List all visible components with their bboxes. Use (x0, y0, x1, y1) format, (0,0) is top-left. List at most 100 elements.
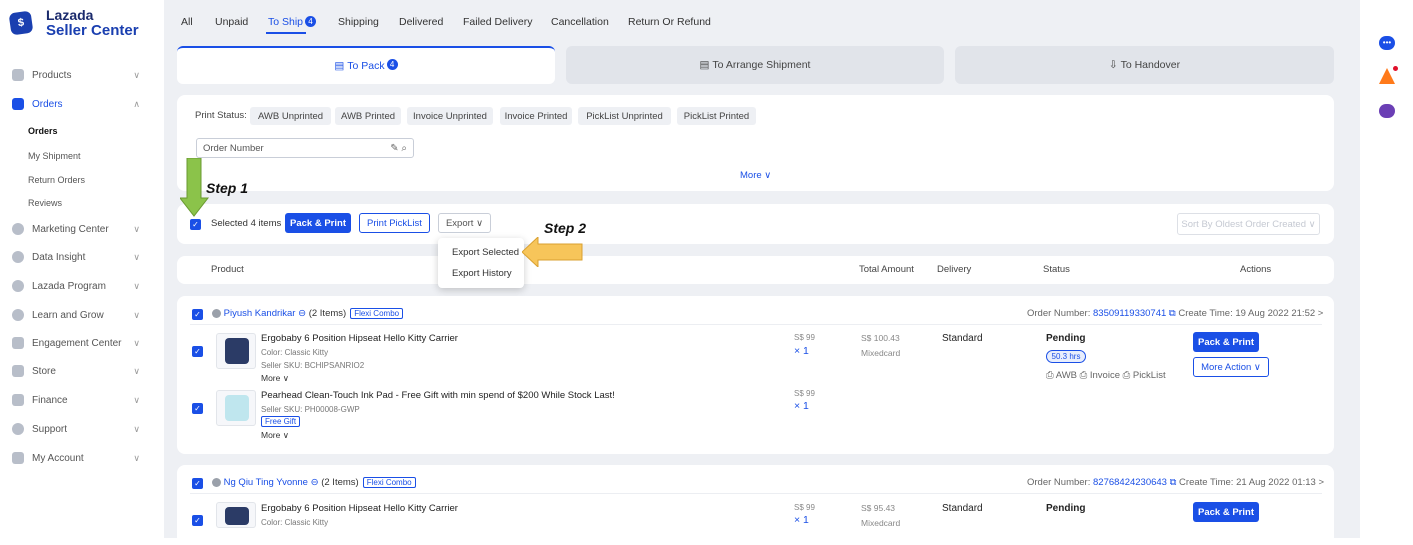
unit-price: S$ 99 (794, 333, 815, 342)
item-checkbox[interactable]: ✓ (192, 346, 203, 357)
export-selected-item[interactable]: Export Selected (452, 247, 519, 258)
customer-name[interactable]: Piyush Kandrikar (224, 308, 296, 319)
header-actions: Actions (1240, 264, 1272, 275)
product-thumbnail[interactable] (216, 333, 256, 369)
chevron-down-icon: ∨ (133, 223, 140, 234)
select-all-checkbox[interactable]: ✓ (190, 219, 201, 230)
sidebar-subitem-orders[interactable]: Orders (28, 126, 58, 136)
order-number-search[interactable]: Order Number ✎ ⌕ (196, 138, 414, 158)
sidebar-subitem-return-orders[interactable]: Return Orders (28, 175, 85, 185)
products-icon (12, 69, 24, 81)
tab-shipping[interactable]: Shipping (338, 16, 379, 28)
chip-awb-printed[interactable]: AWB Printed (335, 107, 401, 125)
sidebar-item-marketing-center[interactable]: Marketing Center ∨ (0, 216, 148, 242)
product-name[interactable]: Pearhead Clean-Touch Ink Pad - Free Gift… (261, 390, 615, 401)
product-color: Color: Classic Kitty (261, 518, 329, 527)
sidebar-item-store[interactable]: Store ∨ (0, 358, 148, 384)
order-number[interactable]: 82768424230643 (1093, 477, 1167, 488)
total-amount: S$ 100.43 (861, 333, 900, 343)
order-status: Pending (1046, 333, 1086, 344)
pack-print-button[interactable]: Pack & Print (1193, 502, 1259, 522)
more-filters-link[interactable]: More ∨ (740, 170, 771, 181)
subtab-to-arrange-shipment[interactable]: ▤ To Arrange Shipment (566, 46, 944, 84)
sidebar-item-my-account[interactable]: My Account ∨ (0, 445, 148, 471)
assistant-icon[interactable] (1379, 104, 1395, 118)
sidebar-item-support[interactable]: Support ∨ (0, 416, 148, 442)
tab-all[interactable]: All (181, 16, 193, 28)
item-checkbox[interactable]: ✓ (192, 403, 203, 414)
header-status: Status (1043, 264, 1070, 275)
chevron-down-icon: ∨ (133, 69, 140, 80)
product-thumbnail[interactable] (216, 502, 256, 528)
product-more-link[interactable]: More ∨ (261, 430, 289, 441)
chevron-down-icon: ∨ (133, 452, 140, 463)
learn-icon (12, 309, 24, 321)
notification-dot (1393, 66, 1398, 71)
sidebar-subitem-my-shipment[interactable]: My Shipment (28, 151, 81, 161)
item-checkbox[interactable]: ✓ (192, 515, 203, 526)
pack-print-button[interactable]: Pack & Print (1193, 332, 1259, 352)
step1-label: Step 1 (206, 180, 249, 196)
support-icon (12, 423, 24, 435)
chevron-down-icon: ∨ (133, 365, 140, 376)
tab-to-ship[interactable]: To Ship 4 (268, 16, 317, 28)
customer-name[interactable]: Ng Qiu Ting Yvonne (224, 477, 308, 488)
print-links[interactable]: ⎙ AWB ⎙ Invoice ⎙ PickList (1046, 370, 1166, 381)
chip-picklist-unprinted[interactable]: PickList Unprinted (578, 107, 671, 125)
tab-cancellation[interactable]: Cancellation (551, 16, 609, 28)
chip-picklist-printed[interactable]: PickList Printed (677, 107, 756, 125)
product-name[interactable]: Ergobaby 6 Position Hipseat Hello Kitty … (261, 503, 458, 514)
order-checkbox[interactable]: ✓ (192, 478, 203, 489)
active-tab-underline (266, 32, 306, 34)
program-icon (12, 280, 24, 292)
chip-awb-unprinted[interactable]: AWB Unprinted (250, 107, 331, 125)
chevron-down-icon: ∨ (133, 394, 140, 405)
tab-return-or-refund[interactable]: Return Or Refund (628, 16, 711, 28)
tab-delivered[interactable]: Delivered (399, 16, 443, 28)
subtab-to-pack[interactable]: ▤ To Pack 4 (177, 46, 555, 84)
notification-bell-icon[interactable] (1379, 68, 1395, 84)
chat-icon[interactable]: ⊖ (311, 477, 319, 488)
unit-price: S$ 99 (794, 503, 815, 512)
tab-unpaid[interactable]: Unpaid (215, 16, 248, 28)
handover-icon: ⇩ (1108, 59, 1121, 71)
sidebar-item-learn-and-grow[interactable]: Learn and Grow ∨ (0, 302, 148, 328)
print-picklist-button[interactable]: Print PickList (359, 213, 430, 233)
copy-icon[interactable]: ⧉ (1170, 477, 1177, 488)
sidebar-item-products[interactable]: Products ∨ (0, 62, 148, 88)
sidebar-item-data-insight[interactable]: Data Insight ∨ (0, 244, 148, 270)
tab-failed-delivery[interactable]: Failed Delivery (463, 16, 532, 28)
quantity: × 1 (794, 514, 809, 526)
order-checkbox[interactable]: ✓ (192, 309, 203, 320)
export-button[interactable]: Export ∨ (438, 213, 491, 233)
order-number-row: Order Number: 83509119330741 ⧉ Create Ti… (1027, 308, 1324, 319)
sidebar-subitem-reviews[interactable]: Reviews (28, 198, 62, 208)
product-more-link[interactable]: More ∨ (261, 373, 289, 384)
sidebar-item-lazada-program[interactable]: Lazada Program ∨ (0, 273, 148, 299)
sidebar-item-orders[interactable]: Orders ∧ (0, 91, 148, 117)
chip-invoice-unprinted[interactable]: Invoice Unprinted (407, 107, 493, 125)
lazada-logo-icon: $ (8, 10, 34, 36)
sidebar-item-engagement-center[interactable]: Engagement Center ∨ (0, 330, 148, 356)
chat-icon[interactable]: ••• (1379, 36, 1395, 50)
more-action-button[interactable]: More Action ∨ (1193, 357, 1269, 377)
delivery-type: Standard (942, 333, 983, 344)
chevron-right-icon[interactable]: > (1318, 477, 1324, 488)
chat-icon[interactable]: ⊖ (298, 308, 306, 319)
sla-badge: 50.3 hrs (1046, 350, 1086, 363)
export-history-item[interactable]: Export History (452, 268, 512, 279)
product-name[interactable]: Ergobaby 6 Position Hipseat Hello Kitty … (261, 333, 458, 344)
sidebar-item-finance[interactable]: Finance ∨ (0, 387, 148, 413)
pack-print-button[interactable]: Pack & Print (285, 213, 351, 233)
lazada-logo[interactable]: $ Lazada Seller Center (0, 0, 148, 60)
product-sku: Seller SKU: BCHIPSANRIO2 (261, 361, 365, 370)
order-number[interactable]: 83509119330741 (1093, 308, 1166, 319)
chip-invoice-printed[interactable]: Invoice Printed (500, 107, 572, 125)
copy-icon[interactable]: ⧉ (1169, 308, 1176, 319)
search-icon[interactable]: ✎ ⌕ (390, 143, 407, 154)
step2-label: Step 2 (544, 220, 587, 236)
product-thumbnail[interactable] (216, 390, 256, 426)
chevron-right-icon[interactable]: > (1318, 308, 1324, 319)
sort-by-select[interactable]: Sort By Oldest Order Created ∨ (1177, 213, 1320, 235)
subtab-to-handover[interactable]: ⇩ To Handover (955, 46, 1334, 84)
